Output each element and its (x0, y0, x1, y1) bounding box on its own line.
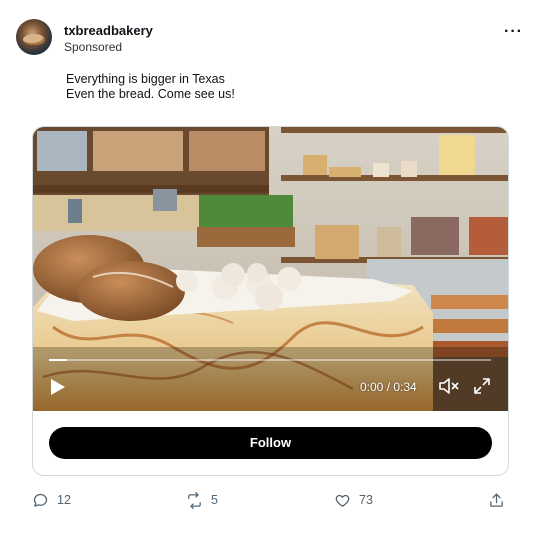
mute-icon[interactable] (439, 377, 459, 395)
username[interactable]: txbreadbakery (64, 23, 153, 38)
sponsored-label: Sponsored (64, 40, 123, 54)
like-icon (335, 494, 350, 507)
like-action[interactable]: 73 (334, 490, 373, 510)
repost-icon (188, 491, 201, 509)
reply-action[interactable]: 12 (32, 490, 71, 510)
repost-count: 5 (211, 493, 218, 507)
bakery-video-frame (33, 127, 508, 411)
caption-line: Even the bread. Come see us! (66, 87, 235, 101)
reply-count: 12 (57, 493, 71, 507)
share-icon (490, 492, 503, 507)
repost-action[interactable]: 5 (186, 490, 218, 510)
video-timecode: 0:00 / 0:34 (360, 380, 417, 394)
video-progress-fill (49, 359, 67, 361)
reply-icon (33, 493, 48, 507)
engagement-bar: 12 5 73 (0, 490, 539, 510)
expand-icon[interactable] (474, 378, 490, 394)
ad-card: 0:00 / 0:34 Follow (32, 126, 509, 476)
play-icon[interactable] (51, 379, 65, 395)
more-options-icon[interactable]: ··· (504, 24, 523, 40)
caption-line: Everything is bigger in Texas (66, 72, 225, 86)
follow-button[interactable]: Follow (49, 427, 492, 459)
avatar[interactable] (16, 19, 52, 55)
avatar-bread-image (23, 34, 45, 45)
post-caption: Everything is bigger in Texas Even the b… (66, 72, 235, 102)
like-count: 73 (359, 493, 373, 507)
share-action[interactable] (488, 490, 513, 510)
video-player[interactable]: 0:00 / 0:34 (33, 127, 508, 411)
video-progress-bar[interactable] (49, 359, 491, 361)
